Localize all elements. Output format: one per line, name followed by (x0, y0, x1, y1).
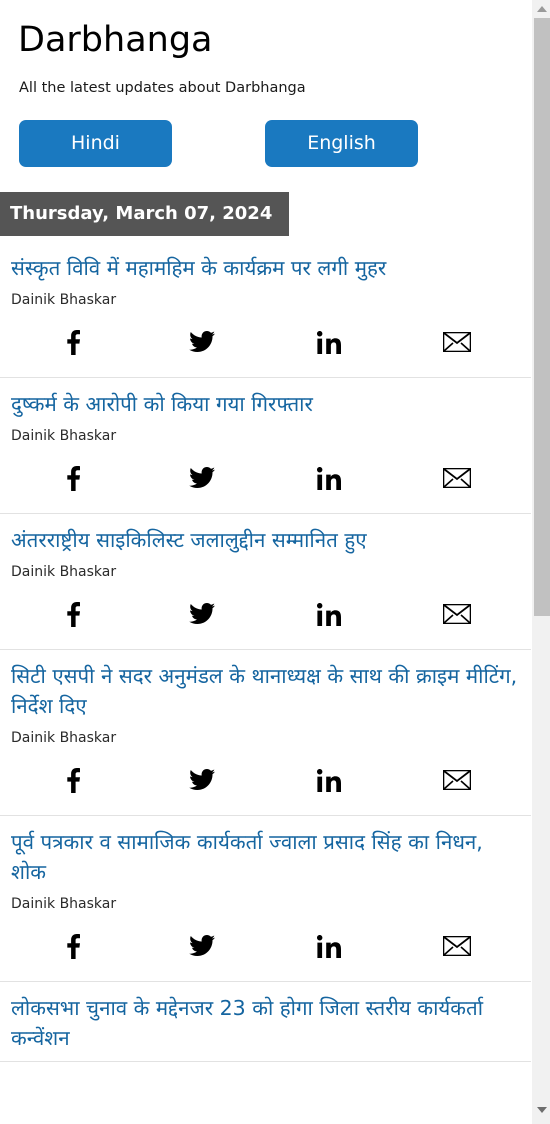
share-linkedin-button[interactable] (266, 933, 394, 959)
scroll-up-button[interactable] (532, 0, 550, 17)
scrollable-viewport: Darbhanga All the latest updates about D… (0, 0, 531, 1124)
facebook-icon (67, 601, 81, 627)
article-source: Dainik Bhaskar (11, 564, 117, 580)
hindi-button[interactable]: Hindi (19, 120, 172, 167)
scroll-down-button[interactable] (532, 1101, 550, 1118)
article-title-link[interactable]: अंतरराष्ट्रीय साइकिलिस्ट जलालुद्दीन सम्म… (10, 525, 521, 555)
email-icon (443, 936, 472, 956)
share-row (10, 767, 521, 815)
twitter-icon (188, 331, 215, 353)
twitter-icon (188, 769, 215, 791)
article-source: Dainik Bhaskar (11, 428, 117, 444)
english-button[interactable]: English (265, 120, 418, 167)
scrollbar-thumb[interactable] (534, 18, 550, 616)
article-source: Dainik Bhaskar (11, 730, 117, 746)
twitter-icon (188, 935, 215, 957)
share-row (10, 329, 521, 377)
linkedin-icon (317, 602, 342, 626)
article-title-link[interactable]: सिटी एसपी ने सदर अनुमंडल के थानाध्यक्ष क… (10, 661, 521, 721)
share-twitter-button[interactable] (138, 601, 266, 627)
article-title-link[interactable]: संस्कृत विवि में महामहिम के कार्यक्रम पर… (10, 253, 521, 283)
page-root: Darbhanga All the latest updates about D… (0, 0, 550, 1124)
language-selector: Hindi English (10, 120, 521, 167)
article-source: Dainik Bhaskar (11, 896, 117, 912)
article-source: Dainik Bhaskar (11, 292, 117, 308)
email-icon (443, 604, 472, 624)
page-header: Darbhanga All the latest updates about D… (0, 0, 531, 167)
page-title: Darbhanga (18, 20, 213, 60)
share-email-button[interactable] (393, 601, 521, 627)
linkedin-icon (317, 466, 342, 490)
article-title-link[interactable]: लोकसभा चुनाव के मद्देनजर 23 को होगा जिला… (10, 993, 521, 1053)
facebook-icon (67, 329, 81, 355)
page-content: Darbhanga All the latest updates about D… (0, 0, 531, 1062)
share-linkedin-button[interactable] (266, 767, 394, 793)
article-item: लोकसभा चुनाव के मद्देनजर 23 को होगा जिला… (0, 982, 531, 1062)
article-item: संस्कृत विवि में महामहिम के कार्यक्रम पर… (0, 242, 531, 378)
share-row (10, 465, 521, 513)
share-email-button[interactable] (393, 767, 521, 793)
linkedin-icon (317, 330, 342, 354)
email-icon (443, 332, 472, 352)
share-email-button[interactable] (393, 933, 521, 959)
share-facebook-button[interactable] (10, 601, 138, 627)
scroll-up-arrow-icon (536, 5, 547, 12)
share-twitter-button[interactable] (138, 465, 266, 491)
share-facebook-button[interactable] (10, 767, 138, 793)
share-linkedin-button[interactable] (266, 329, 394, 355)
email-icon (443, 468, 472, 488)
date-badge: Thursday, March 07, 2024 (0, 192, 290, 236)
share-email-button[interactable] (393, 465, 521, 491)
twitter-icon (188, 467, 215, 489)
page-subtitle: All the latest updates about Darbhanga (19, 80, 306, 96)
linkedin-icon (317, 768, 342, 792)
share-linkedin-button[interactable] (266, 465, 394, 491)
article-item: अंतरराष्ट्रीय साइकिलिस्ट जलालुद्दीन सम्म… (0, 514, 531, 650)
share-row (10, 933, 521, 981)
english-button-label: English (307, 132, 376, 154)
article-item: दुष्कर्म के आरोपी को किया गया गिरफ्तार D… (0, 378, 531, 514)
email-icon (443, 770, 472, 790)
facebook-icon (67, 933, 81, 959)
hindi-button-label: Hindi (71, 132, 120, 154)
facebook-icon (67, 465, 81, 491)
linkedin-icon (317, 934, 342, 958)
share-facebook-button[interactable] (10, 329, 138, 355)
share-facebook-button[interactable] (10, 465, 138, 491)
share-email-button[interactable] (393, 329, 521, 355)
share-facebook-button[interactable] (10, 933, 138, 959)
scroll-down-arrow-icon (536, 1106, 547, 1113)
twitter-icon (188, 603, 215, 625)
share-twitter-button[interactable] (138, 767, 266, 793)
article-item: सिटी एसपी ने सदर अनुमंडल के थानाध्यक्ष क… (0, 650, 531, 816)
article-title-link[interactable]: पूर्व पत्रकार व सामाजिक कार्यकर्ता ज्वाल… (10, 827, 521, 887)
share-row (10, 601, 521, 649)
share-linkedin-button[interactable] (266, 601, 394, 627)
article-item: पूर्व पत्रकार व सामाजिक कार्यकर्ता ज्वाल… (0, 816, 531, 982)
share-twitter-button[interactable] (138, 329, 266, 355)
facebook-icon (67, 767, 81, 793)
article-title-link[interactable]: दुष्कर्म के आरोपी को किया गया गिरफ्तार (10, 389, 521, 419)
article-list: संस्कृत विवि में महामहिम के कार्यक्रम पर… (0, 242, 531, 1062)
share-twitter-button[interactable] (138, 933, 266, 959)
vertical-scrollbar[interactable] (531, 0, 550, 1124)
